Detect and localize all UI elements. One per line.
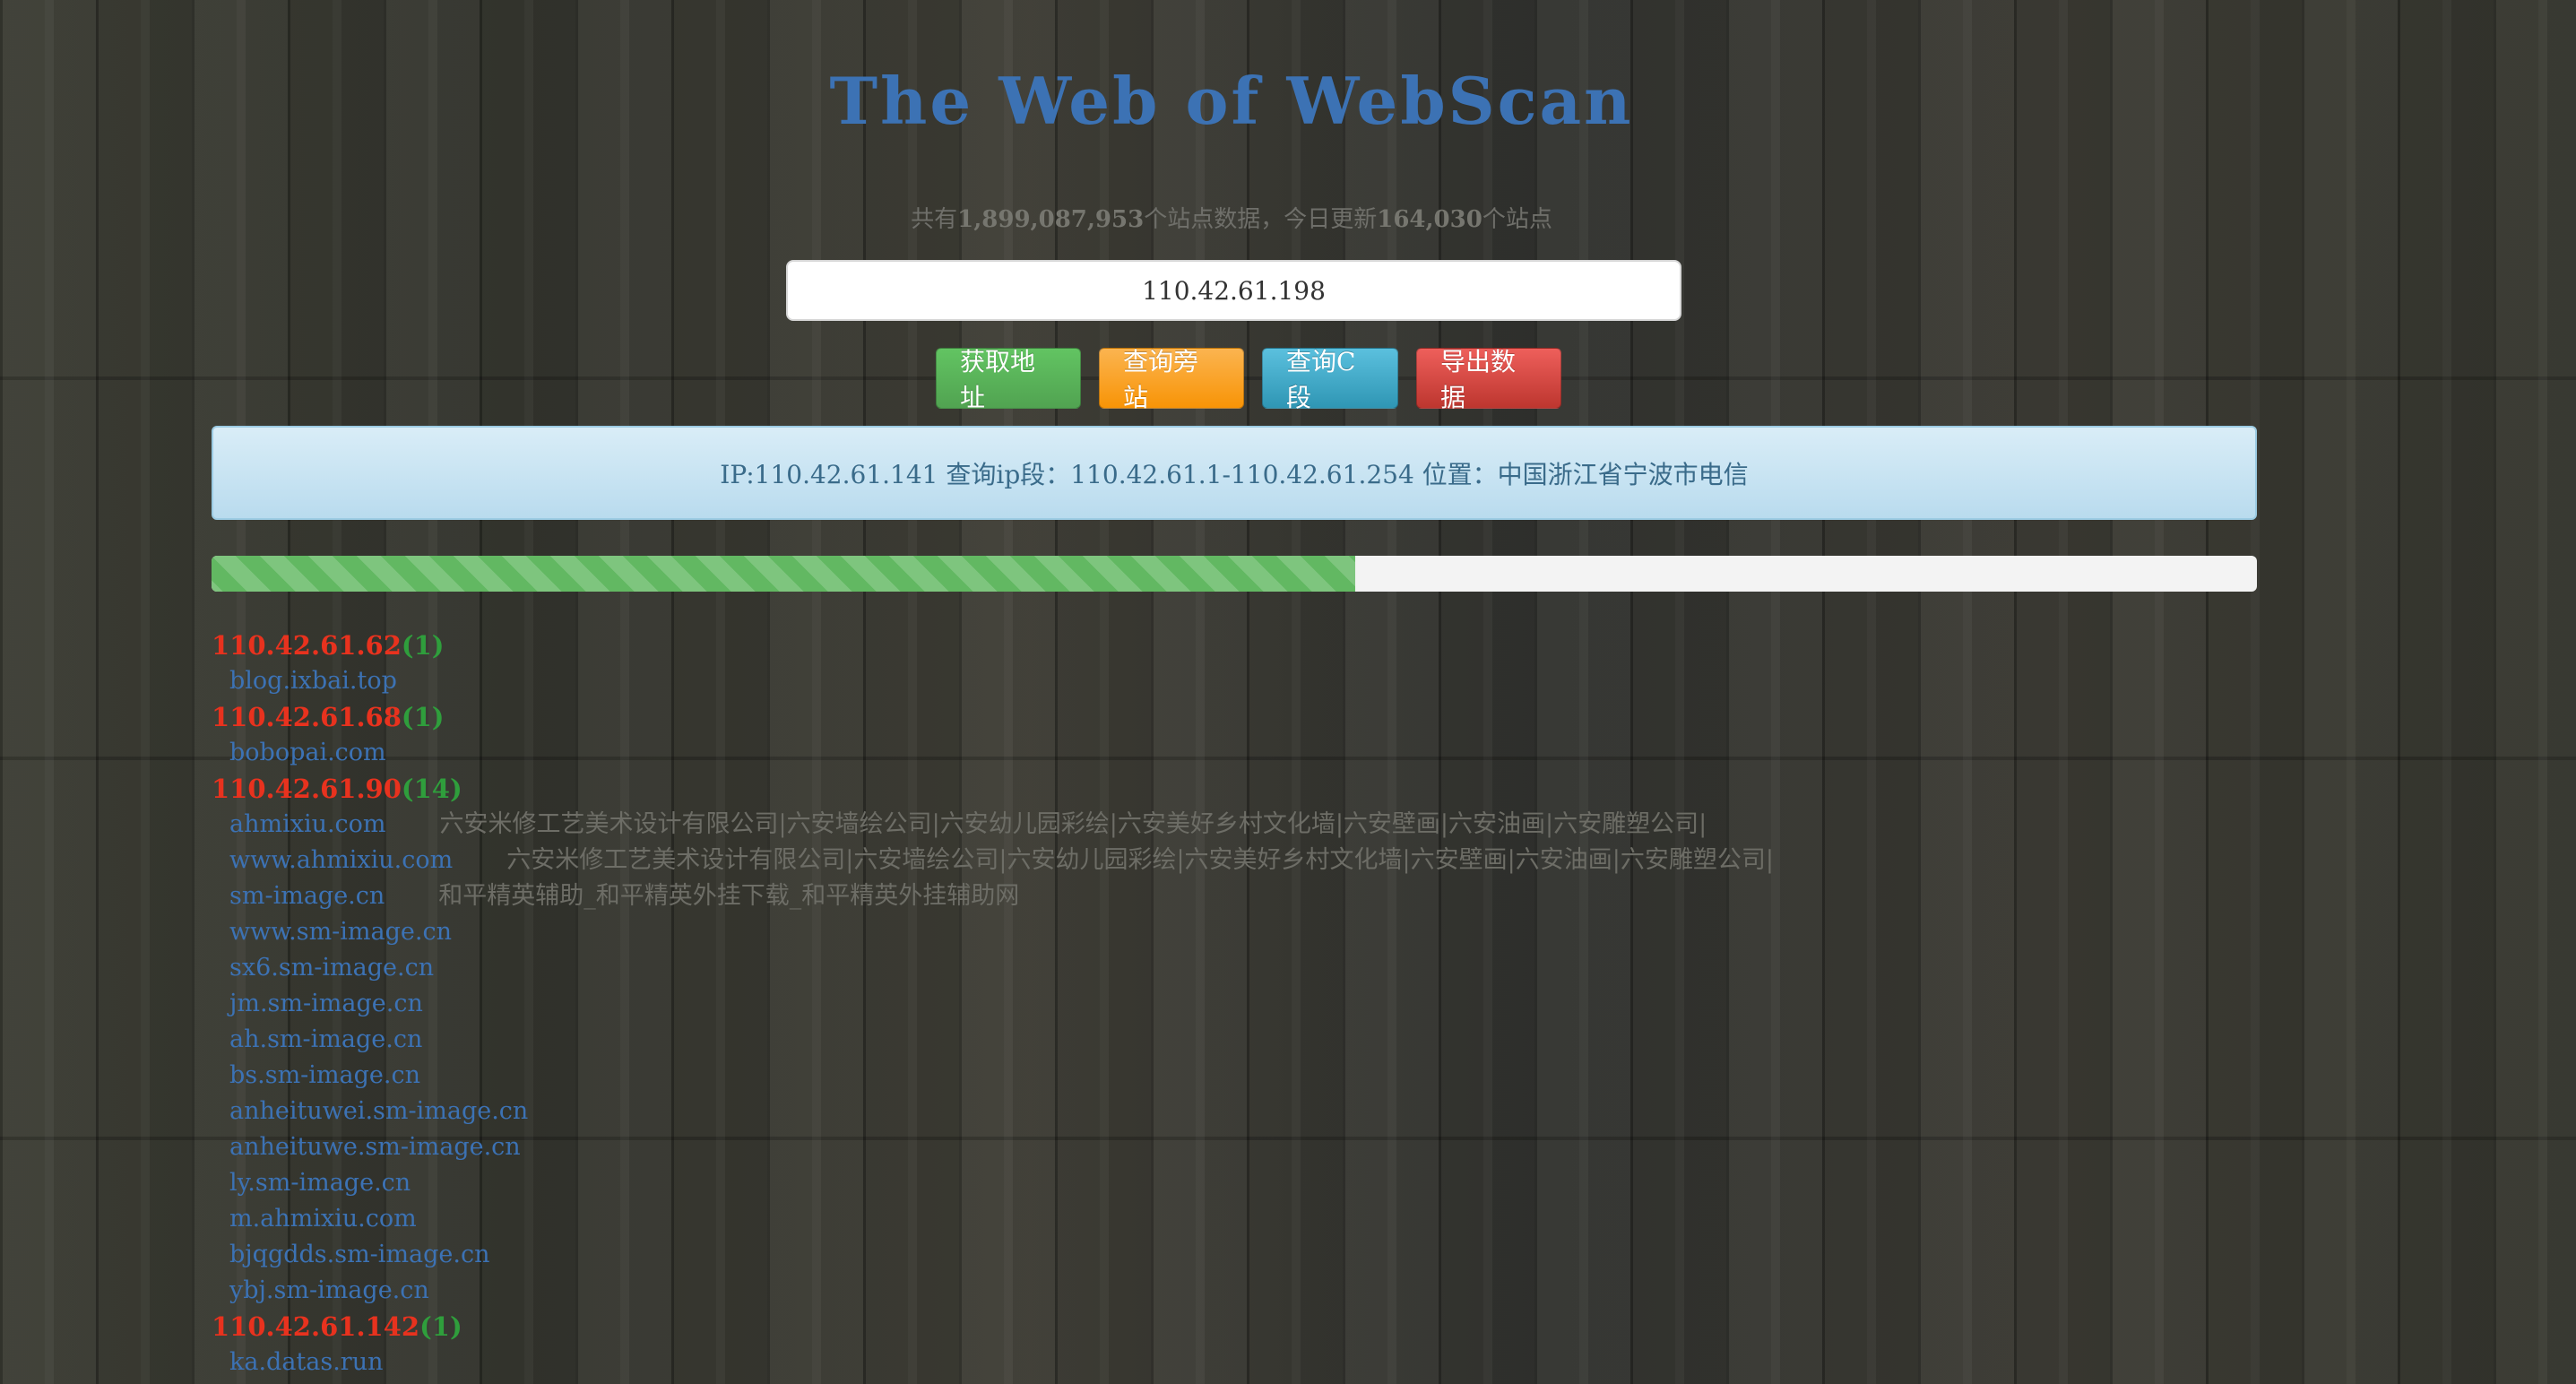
site-row: bobopai.com <box>212 735 2363 771</box>
site-row: bjqgdds.sm-image.cn <box>212 1237 2363 1273</box>
site-domain-link[interactable]: www.sm-image.cn <box>229 918 452 946</box>
site-stats: 共有1,899,087,953个站点数据，今日更新164,030个站点 <box>0 201 2463 234</box>
ip-group-header: 110.42.61.62(1) <box>212 627 2363 663</box>
site-domain-link[interactable]: www.ahmixiu.com <box>229 846 453 874</box>
stats-suffix: 个站点 <box>1482 206 1552 233</box>
site-row: jm.sm-image.cn <box>212 986 2363 1022</box>
site-count: (1) <box>419 1311 462 1342</box>
site-domain-link[interactable]: bobopai.com <box>229 739 386 766</box>
site-domain-link[interactable]: ybj.sm-image.cn <box>229 1276 429 1304</box>
site-title: 六安米修工艺美术设计有限公司|六安墙绘公司|六安幼儿园彩绘|六安美好乡村文化墙|… <box>506 846 1774 874</box>
site-domain-link[interactable]: anheituwe.sm-image.cn <box>229 1133 521 1161</box>
site-domain-link[interactable]: ly.sm-image.cn <box>229 1169 411 1197</box>
ip-search-input[interactable] <box>786 260 1681 321</box>
ip-info-text: IP:110.42.61.141 查询ip段：110.42.61.1-110.4… <box>720 459 1749 489</box>
stats-total: 1,899,087,953 <box>957 206 1145 233</box>
site-domain-link[interactable]: anheituwei.sm-image.cn <box>229 1097 528 1125</box>
scan-progress-fill <box>212 556 1355 592</box>
ip-group-header: 110.42.61.68(1) <box>212 699 2363 735</box>
query-c-segment-button[interactable]: 查询C段 <box>1262 347 1398 412</box>
site-row: anheituwe.sm-image.cn <box>212 1129 2363 1165</box>
site-row: blog.ixbai.top <box>212 663 2363 699</box>
site-domain-link[interactable]: bjqgdds.sm-image.cn <box>229 1241 490 1268</box>
site-domain-link[interactable]: bs.sm-image.cn <box>229 1061 420 1089</box>
site-domain-link[interactable]: m.ahmixiu.com <box>229 1205 417 1233</box>
scan-progress-bar <box>212 556 2257 592</box>
site-row: ly.sm-image.cn <box>212 1165 2363 1201</box>
ip-info-alert: IP:110.42.61.141 查询ip段：110.42.61.1-110.4… <box>212 426 2257 520</box>
query-sites-button[interactable]: 查询旁站 <box>1099 347 1244 412</box>
site-domain-link[interactable]: ahmixiu.com <box>229 810 386 838</box>
stats-prefix: 共有 <box>911 206 958 233</box>
site-row: m.ahmixiu.com <box>212 1201 2363 1237</box>
site-count: (1) <box>401 630 445 661</box>
site-count: (1) <box>401 702 445 732</box>
site-row: sx6.sm-image.cn <box>212 950 2363 986</box>
site-domain-link[interactable]: sm-image.cn <box>229 882 385 910</box>
site-row: bs.sm-image.cn <box>212 1058 2363 1094</box>
ip-address: 110.42.61.90 <box>212 774 402 804</box>
site-domain-link[interactable]: ka.datas.run <box>229 1348 384 1376</box>
ip-address: 110.42.61.62 <box>212 630 402 661</box>
site-row: ka.datas.run <box>212 1345 2363 1380</box>
export-data-button[interactable]: 导出数据 <box>1416 347 1561 412</box>
ip-address: 110.42.61.142 <box>212 1311 420 1342</box>
results-list: 110.42.61.62(1) blog.ixbai.top 110.42.61.6… <box>212 627 2363 1380</box>
site-title: 和平精英辅助_和平精英外挂下载_和平精英外挂辅助网 <box>438 882 1020 910</box>
site-row: sm-image.cn 和平精英辅助_和平精英外挂下载_和平精英外挂辅助网 <box>212 878 2363 914</box>
action-buttons: 获取地址 查询旁站 查询C段 导出数据 <box>936 347 1561 412</box>
site-row: www.ahmixiu.com 六安米修工艺美术设计有限公司|六安墙绘公司|六安幼… <box>212 843 2363 878</box>
site-count: (14) <box>401 774 462 804</box>
get-address-button[interactable]: 获取地址 <box>936 347 1081 412</box>
site-row: ah.sm-image.cn <box>212 1022 2363 1058</box>
site-title: 六安米修工艺美术设计有限公司|六安墙绘公司|六安幼儿园彩绘|六安美好乡村文化墙|… <box>439 810 1707 838</box>
ip-group-header: 110.42.61.142(1) <box>212 1309 2363 1345</box>
site-row: ybj.sm-image.cn <box>212 1273 2363 1309</box>
site-domain-link[interactable]: jm.sm-image.cn <box>229 990 423 1017</box>
site-row: ahmixiu.com 六安米修工艺美术设计有限公司|六安墙绘公司|六安幼儿园彩绘… <box>212 807 2363 843</box>
site-domain-link[interactable]: sx6.sm-image.cn <box>229 954 434 982</box>
page-title: The Web of WebScan <box>829 63 1634 139</box>
site-row: www.sm-image.cn <box>212 914 2363 950</box>
stats-mid: 个站点数据，今日更新 <box>1144 206 1378 233</box>
ip-address: 110.42.61.68 <box>212 702 402 732</box>
site-domain-link[interactable]: blog.ixbai.top <box>229 667 397 695</box>
stats-today: 164,030 <box>1377 206 1482 233</box>
site-domain-link[interactable]: ah.sm-image.cn <box>229 1025 422 1053</box>
site-row: anheituwei.sm-image.cn <box>212 1094 2363 1129</box>
ip-group-header: 110.42.61.90(14) <box>212 771 2363 807</box>
